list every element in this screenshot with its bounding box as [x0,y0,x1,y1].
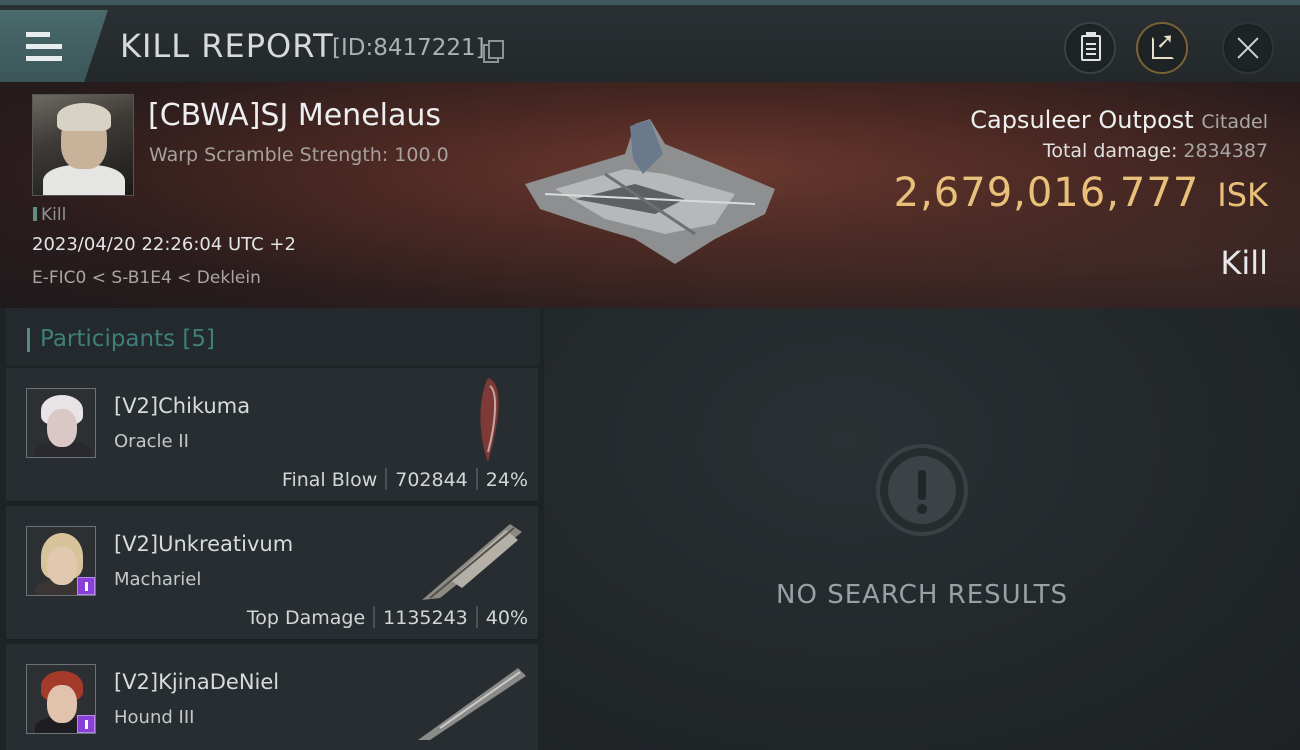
total-damage: Total damage: 2834387 [1043,140,1268,162]
participant-ship: Oracle II [114,431,189,452]
participant-name: [V2]Chikuma [114,394,251,418]
clipboard-icon [1081,32,1101,61]
menu-button[interactable] [0,10,108,82]
target-class: Citadel [1201,111,1268,133]
participant-percent: 24% [485,469,528,491]
share-button[interactable] [1136,22,1188,74]
header-accent-bar [27,328,30,352]
total-damage-value: 2834387 [1183,140,1268,162]
participant-card[interactable]: [V2]KjinaDeNiel Hound III [6,644,538,750]
header-bar: KILL REPORT [ID:8417221] [0,0,1300,82]
participants-label: Participants [5] [40,326,215,352]
close-button[interactable] [1222,22,1274,74]
clipboard-button[interactable] [1064,22,1116,74]
target-name[interactable]: Capsuleer Outpost Citadel [970,106,1268,134]
external-link-icon [1152,29,1174,59]
warning-icon [876,444,968,536]
participant-name: [V2]Unkreativum [114,532,294,556]
participant-percent: 40% [485,607,528,629]
participant-role: Top Damage [246,607,366,629]
citadel-structure-image[interactable] [515,114,785,274]
participant-card[interactable]: [V2]Chikuma Oracle II Final Blow 702844 24… [6,368,538,502]
hamburger-menu-icon [26,32,62,62]
kill-datetime: 2023/04/20 22:26:04 UTC +2 [32,234,296,255]
isk-value: 2,679,016,777 [893,170,1200,216]
victim-subtitle: Warp Scramble Strength: 100.0 [149,144,449,166]
participant-ship-image [422,524,522,600]
participant-stats: Top Damage 1135243 40% [247,606,528,629]
participant-name: [V2]KjinaDeNiel [114,670,280,694]
page-title: KILL REPORT [120,27,334,65]
no-results-message: NO SEARCH RESULTS [776,580,1068,610]
participant-ship-image [418,668,526,740]
kill-banner: [CBWA]SJ Menelaus Warp Scramble Strength… [0,82,1300,308]
victim-name[interactable]: [CBWA]SJ Menelaus [148,98,441,133]
participant-ship: Machariel [114,569,202,590]
omega-badge-icon [77,577,95,595]
participant-portrait[interactable] [26,388,96,458]
participant-damage: 1135243 [383,607,468,629]
victim-portrait[interactable] [32,94,134,196]
participant-card[interactable]: [V2]Unkreativum Machariel Top Damage 1135… [6,506,538,640]
participant-portrait[interactable] [26,664,96,734]
participant-ship-image [480,378,499,462]
report-id: [ID:8417221] [332,35,485,61]
search-results-panel: NO SEARCH RESULTS [544,308,1300,750]
copy-icon[interactable] [483,40,504,63]
isk-unit: ISK [1217,176,1268,214]
participant-role: Final Blow [281,469,378,491]
omega-badge-icon [77,715,95,733]
isk-value-row: 2,679,016,777 ISK [894,170,1268,216]
kill-location[interactable]: E-FIC0 < S-B1E4 < Deklein [32,268,261,288]
target-type: Capsuleer Outpost [970,106,1194,134]
participants-panel: Participants [5] [V2]Chikuma Oracle II F… [0,308,544,750]
participant-ship: Hound III [114,707,195,728]
participant-stats: Final Blow 702844 24% [282,468,528,491]
kill-tag: Kill [33,205,66,225]
participant-damage: 702844 [395,469,468,491]
participants-header[interactable]: Participants [5] [6,308,540,366]
close-icon [1224,24,1272,72]
participant-portrait[interactable] [26,526,96,596]
result-label: Kill [1220,244,1268,282]
total-damage-label: Total damage: [1042,140,1178,162]
